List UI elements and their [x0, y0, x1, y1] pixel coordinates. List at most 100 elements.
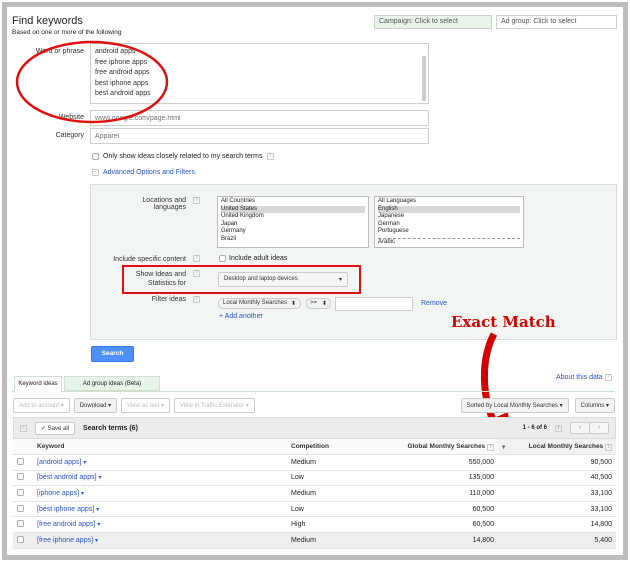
row-checkbox[interactable]: [17, 504, 24, 512]
row-checkbox-cell: [13, 454, 33, 471]
advanced-toggle[interactable]: − Advanced Options and Filters: [92, 169, 195, 176]
columns-button[interactable]: Columns ▾: [574, 398, 615, 413]
list-option[interactable]: All Countries: [221, 198, 365, 206]
list-option[interactable]: Portuguese: [378, 228, 520, 236]
keyword-cell: [android apps] ▾: [33, 454, 287, 471]
campaign-selector[interactable]: Campaign: Click to select: [374, 15, 492, 29]
help-icon[interactable]: ?: [193, 197, 200, 204]
row-checkbox-cell: [13, 470, 33, 487]
results-table: Keyword Competition Global Monthly Searc…: [13, 439, 616, 549]
scrollbar[interactable]: [422, 56, 426, 101]
only-show-row[interactable]: Only show ideas closely related to my se…: [92, 153, 274, 160]
column-header-local[interactable]: ▾ Local Monthly Searches ?: [498, 439, 616, 456]
search-button[interactable]: Search: [91, 346, 134, 362]
keyword-link[interactable]: [free iphone apps]: [37, 537, 93, 544]
keyword-link[interactable]: [best android apps]: [37, 474, 97, 481]
help-icon[interactable]: ?: [266, 153, 274, 160]
table-row: [android apps] ▾ Medium 550,000 90,500: [13, 454, 616, 471]
ad-group-selector[interactable]: Ad group: Click to select: [496, 15, 617, 29]
category-label: Category: [55, 132, 84, 139]
list-option[interactable]: Japanese: [378, 213, 520, 221]
dropdown-arrow-icon[interactable]: ▾: [96, 507, 99, 513]
page-title: Find keywords: [12, 15, 83, 27]
help-icon: ?: [604, 374, 612, 381]
add-to-account-button[interactable]: Add to account ▾: [13, 398, 70, 413]
competition-cell: Medium: [287, 532, 371, 549]
about-data-link[interactable]: About this data?: [556, 374, 612, 381]
languages-listbox[interactable]: All Languages English Japanese German Po…: [374, 196, 524, 248]
device-value: Desktop and laptop devices: [224, 276, 298, 282]
adult-row[interactable]: Include adult ideas: [219, 255, 287, 262]
row-checkbox[interactable]: [17, 520, 24, 528]
row-checkbox-cell: [13, 501, 33, 518]
filter-op-select[interactable]: >= ⬍: [306, 298, 331, 309]
row-checkbox[interactable]: [17, 535, 24, 543]
list-option[interactable]: All Languages: [378, 198, 520, 206]
column-header-keyword[interactable]: Keyword: [33, 439, 287, 456]
help-icon: ?: [605, 443, 612, 451]
dropdown-arrow-icon[interactable]: ▾: [81, 491, 84, 497]
tab-ad-group-ideas[interactable]: Ad group ideas (Beta): [64, 376, 160, 391]
row-checkbox[interactable]: [17, 489, 24, 497]
list-option[interactable]: Japan: [221, 221, 365, 229]
column-header-competition[interactable]: Competition: [287, 439, 371, 456]
list-option[interactable]: English: [378, 205, 520, 213]
list-option[interactable]: Arabic: [378, 237, 520, 247]
help-icon[interactable]: ?: [193, 296, 200, 303]
list-option[interactable]: United Kingdom: [221, 213, 365, 221]
keyword-link[interactable]: [iphone apps]: [37, 490, 79, 497]
collapse-icon[interactable]: −: [20, 424, 27, 432]
competition-cell: Medium: [287, 485, 371, 502]
keyword-link[interactable]: [free android apps]: [37, 521, 95, 528]
save-all-button[interactable]: ✓ Save all: [35, 421, 76, 435]
category-input[interactable]: [90, 128, 429, 144]
dropdown-arrow-icon[interactable]: ▾: [95, 538, 98, 544]
download-button[interactable]: Download ▾: [73, 398, 118, 413]
locations-listbox[interactable]: All Countries United States United Kingd…: [217, 196, 369, 248]
keyword-link[interactable]: [android apps]: [37, 459, 81, 466]
add-another-link[interactable]: + Add another: [219, 313, 263, 320]
button-label: Columns: [580, 403, 605, 409]
filter-field-value: Local Monthly Searches: [223, 300, 288, 306]
keyword-cell: [iphone apps] ▾: [33, 485, 287, 502]
local-cell: 5,400: [498, 532, 616, 549]
filter-value-input[interactable]: [335, 297, 413, 311]
button-label: View in Traffic Estimator: [180, 403, 245, 409]
tab-keyword-ideas[interactable]: Keyword ideas: [14, 376, 62, 392]
dropdown-arrow-icon[interactable]: ▾: [83, 460, 86, 466]
filter-field-select[interactable]: Local Monthly Searches ⬍: [218, 298, 301, 309]
only-show-checkbox[interactable]: [92, 153, 99, 160]
local-cell: 40,500: [498, 470, 616, 487]
help-icon[interactable]: ?: [193, 270, 200, 277]
local-cell: 33,100: [498, 501, 616, 518]
remove-link[interactable]: Remove: [421, 300, 447, 307]
prev-page-button[interactable]: ‹: [570, 422, 590, 434]
include-label: Include specific content: [113, 256, 186, 263]
sort-button[interactable]: Sorted by Local Monthly Searches ▾: [460, 398, 569, 413]
traffic-estimator-button[interactable]: View in Traffic Estimator ▾: [174, 398, 255, 413]
annotation-circle-icon: [15, 40, 169, 124]
view-as-text-button[interactable]: View as text ▾: [121, 398, 171, 413]
row-checkbox[interactable]: [17, 473, 24, 481]
keyword-link[interactable]: [best iphone apps]: [37, 506, 94, 513]
list-option[interactable]: Germany: [221, 228, 365, 236]
dropdown-arrow-icon[interactable]: ▾: [99, 475, 102, 481]
row-checkbox[interactable]: [17, 457, 24, 465]
adult-label: Include adult ideas: [229, 255, 288, 262]
device-select[interactable]: Desktop and laptop devices ▾: [218, 272, 348, 287]
global-cell: 14,800: [371, 532, 498, 549]
button-label: View as text: [127, 403, 160, 409]
column-header-global[interactable]: Global Monthly Searches ?: [371, 439, 498, 456]
updown-icon: ⬍: [321, 301, 327, 307]
list-option[interactable]: United States: [221, 205, 365, 213]
competition-cell: Medium: [287, 454, 371, 471]
locations-label: Locations and languages: [142, 197, 186, 211]
next-page-button[interactable]: ›: [589, 422, 609, 434]
adult-checkbox[interactable]: [219, 255, 226, 262]
pager-menu-icon[interactable]: ▾: [555, 424, 562, 432]
dropdown-arrow-icon[interactable]: ▾: [97, 522, 100, 528]
list-option[interactable]: Brazil: [221, 236, 365, 244]
keyword-cell: [free android apps] ▾: [33, 516, 287, 534]
help-icon[interactable]: ?: [193, 255, 200, 262]
list-option[interactable]: German: [378, 221, 520, 229]
